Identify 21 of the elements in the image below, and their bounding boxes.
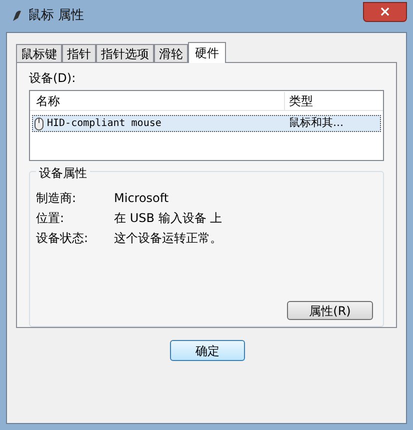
- devices-label: 设备(D):: [29, 70, 77, 87]
- device-name: HID-compliant mouse: [47, 117, 162, 131]
- ok-button[interactable]: 确定: [170, 340, 245, 361]
- property-label: 位置:: [36, 210, 66, 227]
- device-type: 鼠标和其...: [288, 115, 344, 132]
- column-header[interactable]: 类型: [285, 92, 383, 110]
- property-label: 制造商:: [36, 190, 78, 207]
- property-label: 设备状态:: [36, 230, 90, 247]
- close-button[interactable]: ×: [363, 2, 407, 22]
- properties-button[interactable]: 属性(R): [287, 301, 373, 320]
- property-value: Microsoft: [114, 190, 169, 207]
- device-row[interactable]: HID-compliant mouse 鼠标和其...: [32, 115, 381, 132]
- tab[interactable]: 硬件: [188, 42, 226, 63]
- window-title: 鼠标 属性: [28, 7, 84, 26]
- tab[interactable]: 指针选项: [96, 44, 154, 62]
- column-header[interactable]: 名称: [30, 92, 285, 110]
- tab[interactable]: 滑轮: [154, 44, 188, 62]
- tab[interactable]: 指针: [62, 44, 96, 62]
- tab[interactable]: 鼠标键: [16, 44, 62, 62]
- property-value: 这个设备运转正常。: [114, 230, 222, 247]
- property-value: 在 USB 输入设备 上: [114, 210, 222, 227]
